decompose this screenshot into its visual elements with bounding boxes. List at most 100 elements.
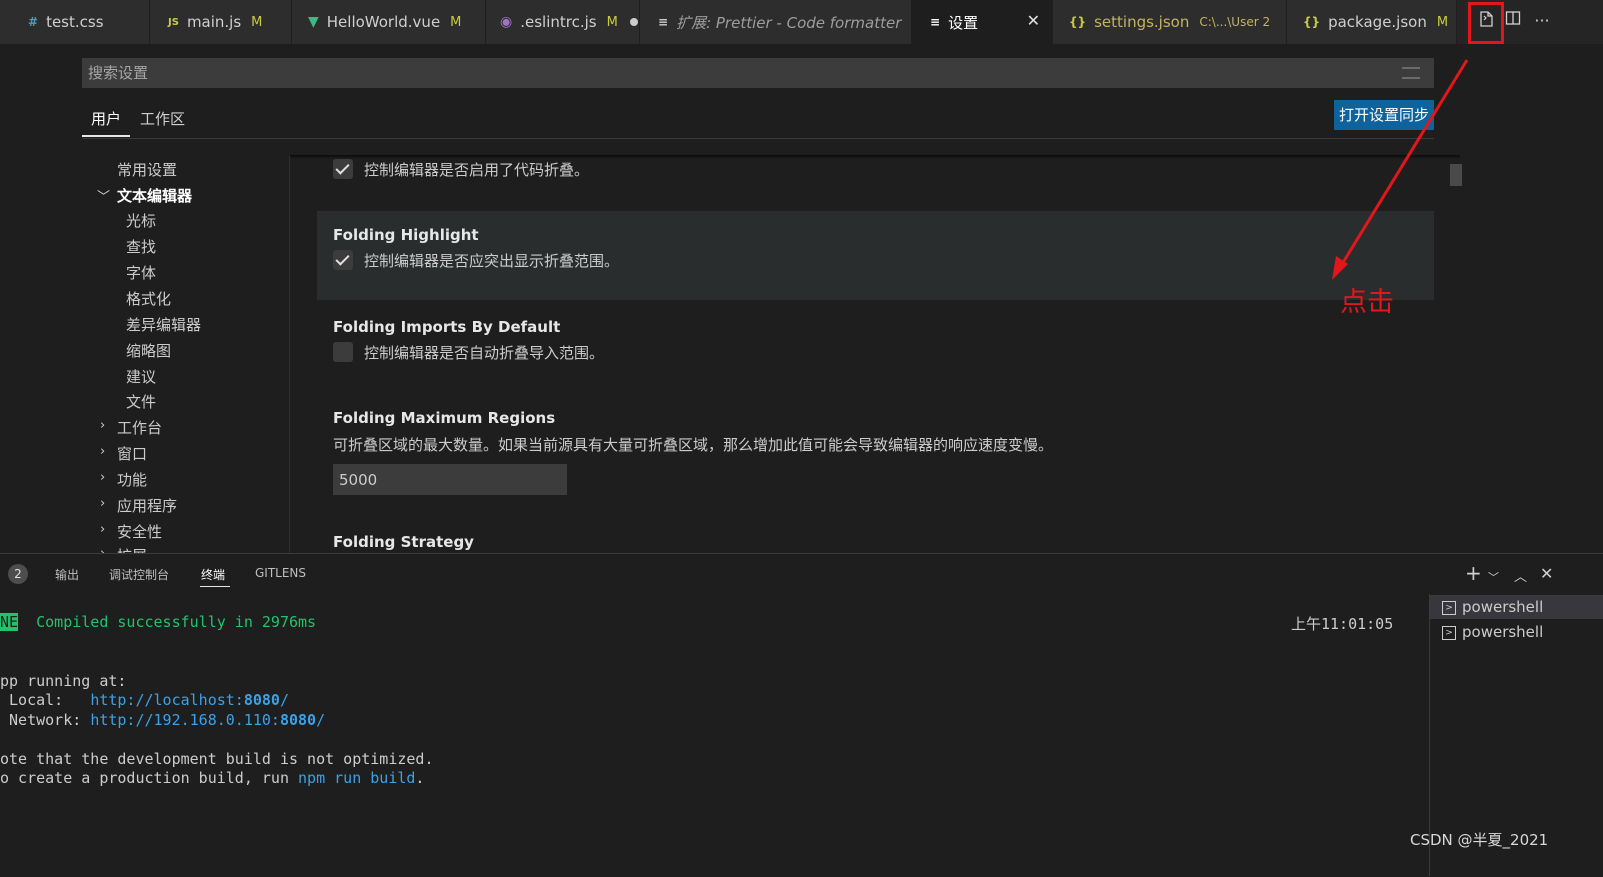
tab-eslintrc-js[interactable]: ◉ .eslintrc.js M <box>486 0 640 44</box>
local-label: Local: <box>0 691 91 709</box>
tree-divider <box>289 156 290 553</box>
terminal-icon: > <box>1442 625 1456 640</box>
tree-item-application[interactable]: 应用程序 <box>117 495 177 516</box>
folding-max-regions-description: 可折叠区域的最大数量。如果当前源具有大量可折叠区域，那么增加此值可能会导致编辑器… <box>333 436 1054 454</box>
js-file-icon: JS <box>168 16 179 28</box>
chevron-right-icon[interactable]: › <box>100 496 105 511</box>
annotation-arrow-icon <box>1332 59 1469 280</box>
tab-label: .eslintrc.js <box>520 13 597 31</box>
close-panel-icon[interactable]: ✕ <box>1540 564 1553 583</box>
modified-indicator: M <box>606 14 618 30</box>
folding-highlight-title: Folding Highlight <box>333 226 479 244</box>
tab-label: 设置 <box>948 13 979 32</box>
tab-workspace-scope[interactable]: 工作区 <box>140 108 185 129</box>
close-icon[interactable]: ✕ <box>1027 11 1040 30</box>
preview-icon: ≡ <box>658 15 669 29</box>
tree-item-diff-editor[interactable]: 差异编辑器 <box>126 314 201 335</box>
terminal-line-note: ote that the development build is not op… <box>0 750 434 768</box>
tab-main-js[interactable]: JS main.js M <box>150 0 292 44</box>
terminal-line-app-running: pp running at: <box>0 672 127 690</box>
css-file-icon: # <box>28 15 39 29</box>
chevron-right-icon[interactable]: › <box>100 546 105 553</box>
terminal-item-powershell-1[interactable]: > powershell <box>1442 598 1543 616</box>
tab-terminal[interactable]: 终端 <box>201 566 225 583</box>
tree-item-security[interactable]: 安全性 <box>117 521 162 542</box>
active-scope-underline <box>82 135 130 137</box>
build-hint: o create a production build, run <box>0 769 299 787</box>
local-url[interactable]: http://localhost: <box>90 691 244 709</box>
tree-item-suggestions[interactable]: 建议 <box>126 366 156 387</box>
tree-item-extensions-clip: › 扩展 <box>80 540 289 553</box>
build-command: npm run build <box>298 769 416 787</box>
new-terminal-icon[interactable]: + <box>1465 561 1482 585</box>
tab-settings-json[interactable]: {} settings.json C:\...\User 2 <box>1053 0 1287 44</box>
tab-user-scope[interactable]: 用户 <box>91 108 121 129</box>
network-label: Network: <box>0 711 91 729</box>
folding-highlight-description: 控制编辑器是否应突出显示折叠范围。 <box>364 252 620 270</box>
annotation-highlight-box <box>1468 2 1504 44</box>
tree-item-features[interactable]: 功能 <box>117 469 147 490</box>
tree-item-files[interactable]: 文件 <box>126 391 156 412</box>
folding-max-regions-title: Folding Maximum Regions <box>333 409 556 427</box>
vue-file-icon: ▼ <box>308 14 319 30</box>
tree-item-window[interactable]: 窗口 <box>117 443 147 464</box>
tree-item-find[interactable]: 查找 <box>126 236 156 257</box>
tab-label: settings.json <box>1094 13 1190 31</box>
settings-editor-icon: ≡ <box>930 15 941 29</box>
more-actions-icon[interactable]: ··· <box>1531 10 1553 32</box>
build-period: . <box>415 769 425 787</box>
tree-item-cursor[interactable]: 光标 <box>126 210 156 231</box>
unsaved-dot-icon <box>629 18 638 26</box>
tab-output[interactable]: 输出 <box>55 566 79 583</box>
problems-badge[interactable]: 2 <box>8 564 28 584</box>
tree-item-common[interactable]: 常用设置 <box>117 159 177 180</box>
tab-package-json[interactable]: {} package.json M <box>1287 0 1457 44</box>
split-editor-icon[interactable] <box>1502 10 1524 32</box>
network-port[interactable]: 8080 <box>280 711 316 729</box>
chevron-right-icon[interactable]: › <box>100 444 105 459</box>
eslint-file-icon: ◉ <box>500 14 513 30</box>
terminal-item-label: powershell <box>1462 623 1544 641</box>
json-file-icon: {} <box>1069 15 1087 29</box>
header-divider <box>82 138 1434 139</box>
search-settings-input[interactable]: 搜索设置 <box>82 58 1434 88</box>
chevron-right-icon[interactable]: › <box>100 522 105 537</box>
tree-item-workbench[interactable]: 工作台 <box>117 417 162 438</box>
chevron-down-icon[interactable]: ﹀ <box>1488 569 1499 585</box>
folding-highlight-checkbox[interactable] <box>333 250 353 270</box>
maximize-panel-icon[interactable]: ︿ <box>1514 566 1527 585</box>
tab-test-css[interactable]: # test.css <box>0 0 150 44</box>
tree-item-formatting[interactable]: 格式化 <box>126 288 171 309</box>
folding-max-regions-input[interactable] <box>333 464 567 495</box>
folding-checkbox[interactable] <box>333 159 353 179</box>
folding-description: 控制编辑器是否启用了代码折叠。 <box>364 161 590 179</box>
terminal-line-network: Network: http://192.168.0.110:8080/ <box>0 711 326 729</box>
folding-strategy-title: Folding Strategy <box>333 533 474 551</box>
terminal-icon: > <box>1442 600 1456 615</box>
tab-label: main.js <box>186 13 242 31</box>
tree-item-extensions[interactable]: 扩展 <box>117 545 147 553</box>
chevron-right-icon[interactable]: › <box>100 470 105 485</box>
chevron-down-icon[interactable]: ﹀ <box>97 186 110 205</box>
tab-label: package.json <box>1328 13 1427 31</box>
folding-imports-description: 控制编辑器是否自动折叠导入范围。 <box>364 344 605 362</box>
search-placeholder: 搜索设置 <box>88 64 149 82</box>
tree-item-minimap[interactable]: 缩略图 <box>126 340 171 361</box>
terminal-line-local: Local: http://localhost:8080/ <box>0 691 289 709</box>
tab-debug-console[interactable]: 调试控制台 <box>109 566 169 583</box>
tab-prettier-extension[interactable]: ≡ 扩展: Prettier - Code formatter <box>640 0 912 44</box>
tab-helloworld-vue[interactable]: ▼ HelloWorld.vue M <box>292 0 486 44</box>
local-port[interactable]: 8080 <box>244 691 280 709</box>
tab-gitlens[interactable]: GITLENS <box>255 566 306 580</box>
tab-settings[interactable]: ≡ 设置 ✕ <box>912 0 1053 44</box>
tree-item-text-editor[interactable]: 文本编辑器 <box>117 185 192 206</box>
tree-item-font[interactable]: 字体 <box>126 262 156 283</box>
annotation-label: 点击 <box>1340 287 1394 318</box>
chevron-right-icon[interactable]: › <box>100 418 105 433</box>
folding-imports-title: Folding Imports By Default <box>333 318 561 336</box>
network-url[interactable]: http://192.168.0.110: <box>90 711 280 729</box>
folding-imports-checkbox[interactable] <box>333 342 353 362</box>
tab-description: C:\...\User 2 <box>1199 15 1271 29</box>
done-tag: NE <box>0 613 19 631</box>
terminal-item-powershell-2[interactable]: > powershell <box>1442 623 1543 641</box>
